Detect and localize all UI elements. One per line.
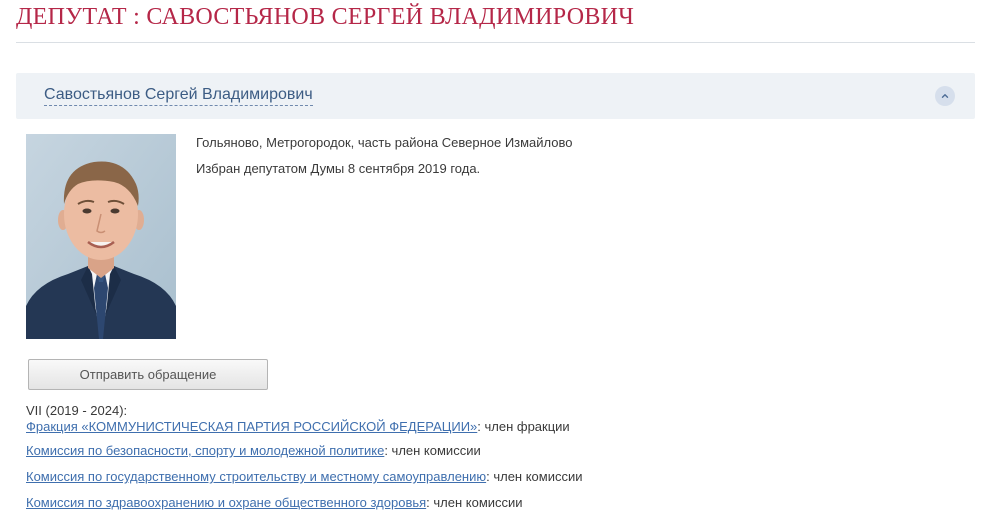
membership-link-healthcare-commission[interactable]: Комиссия по здравоохранению и охране общ… xyxy=(26,495,426,510)
membership-link-security-commission[interactable]: Комиссия по безопасности, спорту и молод… xyxy=(26,443,384,458)
deputy-info: Гольяново, Метрогородок, часть района Се… xyxy=(196,134,573,177)
membership-item: Комиссия по государственному строительст… xyxy=(26,468,583,494)
convocation-label: VII (2019 - 2024): xyxy=(26,403,128,418)
title-divider xyxy=(16,42,975,43)
election-text: Избран депутатом Думы 8 сентября 2019 го… xyxy=(196,161,481,176)
membership-role: : член комиссии xyxy=(486,469,583,484)
collapse-button[interactable] xyxy=(935,86,955,106)
portrait-image xyxy=(26,134,176,339)
membership-link-state-building-commission[interactable]: Комиссия по государственному строительст… xyxy=(26,469,486,484)
memberships-list: Фракция «КОММУНИСТИЧЕСКАЯ ПАРТИЯ РОССИЙС… xyxy=(26,418,583,520)
deputy-photo xyxy=(26,134,176,339)
page: ДЕПУТАТ : САВОСТЬЯНОВ СЕРГЕЙ ВЛАДИМИРОВИ… xyxy=(0,0,990,525)
membership-role: : член комиссии xyxy=(426,495,523,510)
membership-role: : член фракции xyxy=(477,419,570,434)
membership-role: : член комиссии xyxy=(384,443,481,458)
page-title: ДЕПУТАТ : САВОСТЬЯНОВ СЕРГЕЙ ВЛАДИМИРОВИ… xyxy=(16,4,635,30)
membership-link-faction[interactable]: Фракция «КОММУНИСТИЧЕСКАЯ ПАРТИЯ РОССИЙС… xyxy=(26,419,477,434)
deputy-accordion-header[interactable]: Савостьянов Сергей Владимирович xyxy=(16,73,975,119)
chevron-up-icon xyxy=(941,94,949,98)
send-appeal-button[interactable]: Отправить обращение xyxy=(28,359,268,390)
membership-item: Комиссия по безопасности, спорту и молод… xyxy=(26,442,583,468)
deputy-name-toggle[interactable]: Савостьянов Сергей Владимирович xyxy=(44,86,313,106)
membership-item: Фракция «КОММУНИСТИЧЕСКАЯ ПАРТИЯ РОССИЙС… xyxy=(26,418,583,442)
membership-item: Комиссия по здравоохранению и охране общ… xyxy=(26,494,583,520)
district-text: Гольяново, Метрогородок, часть района Се… xyxy=(196,135,573,150)
